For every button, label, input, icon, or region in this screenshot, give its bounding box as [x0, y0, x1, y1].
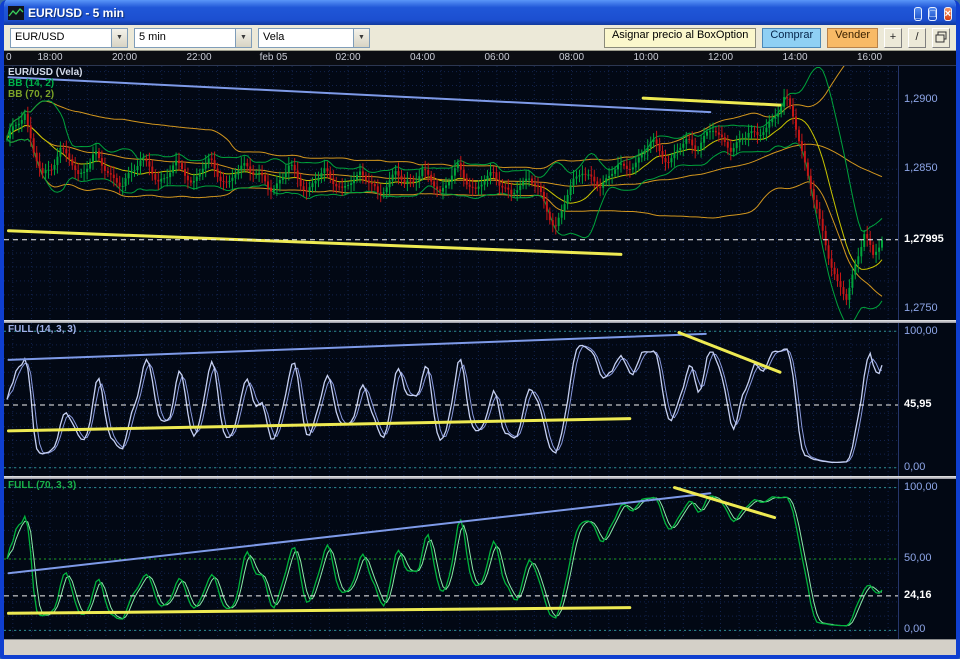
restore-layout-button[interactable]	[932, 27, 950, 48]
symbol-select-value: EUR/USD	[15, 30, 65, 43]
chevron-down-icon: ▼	[235, 28, 251, 47]
maximize-button[interactable]: □	[928, 6, 938, 21]
time-label: 0	[6, 52, 12, 63]
chart-icon	[8, 5, 24, 20]
time-axis[interactable]: 0 18:00 20:00 22:00 feb 05 02:00 04:00 06:00 08:…	[4, 51, 956, 66]
axis-tick: 1,2850	[904, 162, 938, 174]
axis-tick: 0,00	[904, 461, 926, 473]
chevron-down-icon: ▼	[111, 28, 127, 47]
stoch-slow-axis[interactable]: 100,00 50,00 24,16 0,00	[898, 479, 956, 639]
stoch-slow-plot[interactable]: FULL (70, 3, 3)	[4, 479, 898, 639]
stoch-slow-panel: FULL (70, 3, 3) 100,00 50,00 24,16 0,00	[4, 479, 956, 639]
time-label: 10:00	[633, 52, 659, 63]
time-label: feb 05	[259, 52, 288, 63]
chart-type-select[interactable]: Vela ▼	[258, 27, 370, 48]
app-window: EUR/USD - 5 min _ □ × EUR/USD ▼ 5 min ▼ …	[0, 0, 960, 659]
axis-tick: 1,2750	[904, 302, 938, 314]
buy-button[interactable]: Comprar	[762, 27, 822, 48]
minimize-button[interactable]: _	[913, 6, 922, 21]
chart-type-select-value: Vela	[263, 30, 285, 43]
time-label: 08:00	[558, 52, 585, 63]
time-label: 12:00	[707, 52, 734, 63]
current-stoch-slow-label: 24,16	[904, 589, 932, 601]
assign-price-button[interactable]: Asignar precio al BoxOption	[603, 27, 757, 48]
current-price-label: 1,27995	[904, 233, 944, 245]
time-label: 06:00	[484, 52, 510, 63]
price-axis[interactable]: 1,2900 1,2850 1,27995 1,2750	[898, 66, 956, 320]
window-controls: _ □ ×	[912, 4, 952, 22]
trendline-tool-button[interactable]: /	[908, 27, 926, 48]
symbol-select[interactable]: EUR/USD ▼	[10, 27, 128, 48]
sell-button[interactable]: Vender	[827, 27, 878, 48]
axis-tick: 100,00	[904, 325, 938, 337]
window-title: EUR/USD - 5 min	[28, 5, 125, 20]
chart-area: 0 18:00 20:00 22:00 feb 05 02:00 04:00 06:00 08:…	[4, 51, 956, 651]
stoch-fast-axis[interactable]: 100,00 45,95 0,00	[898, 323, 956, 476]
current-stoch-fast-label: 45,95	[904, 398, 932, 410]
titlebar[interactable]: EUR/USD - 5 min _ □ ×	[4, 0, 956, 25]
stoch-fast-panel: FULL (14, 3, 3) 100,00 45,95 0,00	[4, 323, 956, 476]
bottom-strip	[4, 639, 956, 651]
close-button[interactable]: ×	[943, 6, 952, 21]
axis-tick: 100,00	[904, 481, 938, 493]
time-label: 14:00	[782, 52, 808, 63]
time-label: 04:00	[409, 52, 436, 63]
axis-tick: 50,00	[904, 552, 932, 564]
time-label: 18:00	[37, 52, 63, 63]
axis-tick: 0,00	[904, 623, 926, 635]
interval-select-value: 5 min	[139, 30, 166, 43]
time-label: 16:00	[856, 52, 883, 63]
interval-select[interactable]: 5 min ▼	[134, 27, 252, 48]
chevron-down-icon: ▼	[353, 28, 369, 47]
time-label: 02:00	[335, 52, 361, 63]
price-plot[interactable]: EUR/USD (Vela) BB (14, 2) BB (70, 2)	[4, 66, 898, 320]
time-label: 20:00	[111, 52, 138, 63]
stoch-fast-plot[interactable]: FULL (14, 3, 3)	[4, 323, 898, 476]
time-label: 22:00	[186, 52, 212, 63]
price-panel: EUR/USD (Vela) BB (14, 2) BB (70, 2) 1,2…	[4, 66, 956, 320]
crosshair-tool-button[interactable]: +	[884, 27, 902, 48]
axis-tick: 1,2900	[904, 93, 938, 105]
toolbar: EUR/USD ▼ 5 min ▼ Vela ▼ Asignar precio …	[4, 25, 956, 51]
